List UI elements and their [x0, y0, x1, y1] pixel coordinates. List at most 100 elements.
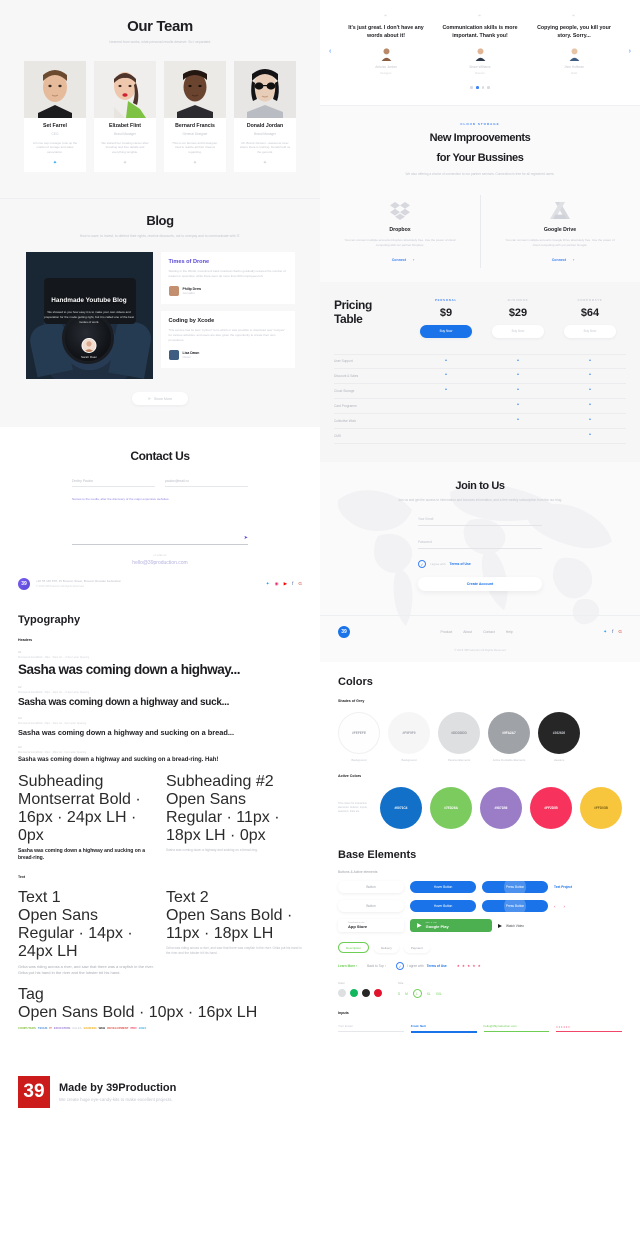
size-option-m[interactable]: M	[405, 992, 408, 996]
tag-chip[interactable]: IT	[49, 1026, 52, 1030]
footer-link-help[interactable]: Help	[506, 630, 513, 634]
join-password-field[interactable]: Password	[418, 540, 542, 550]
send-icon[interactable]: ➤	[244, 535, 248, 541]
blog-post[interactable]: Coding by Xcode This service has its bes…	[160, 311, 295, 368]
tag-chip[interactable]: SALES	[72, 1026, 81, 1030]
twitter-icon[interactable]: ✦	[603, 629, 607, 635]
size-option-l[interactable]: L	[412, 989, 422, 999]
tag-chip[interactable]: BANKING	[84, 1026, 97, 1030]
size-option-s[interactable]: S	[398, 992, 400, 996]
chevron-left-icon[interactable]: ‹	[554, 904, 556, 909]
color-option[interactable]	[374, 989, 382, 998]
size-option-xl[interactable]: XL	[427, 992, 431, 996]
create-account-button[interactable]: Create Account	[418, 577, 542, 592]
color-swatch[interactable]: #FF2D55	[530, 787, 572, 830]
color-swatch[interactable]: #9FA2A7 Active Dockable Elements	[488, 712, 530, 763]
check-circle-icon[interactable]: ✓	[418, 560, 426, 569]
tag-chip[interactable]: PRO	[131, 1026, 137, 1030]
tag-chip[interactable]: WEB	[99, 1026, 106, 1030]
show-more-button[interactable]: ⟳ Show More	[132, 392, 188, 406]
learn-more-link[interactable]: Learn More ›	[338, 964, 357, 968]
tab-delivery[interactable]: Delivery	[374, 942, 399, 954]
footer-link-contact[interactable]: Contact	[483, 630, 495, 634]
input-valid[interactable]: hello@39production.com	[483, 1024, 550, 1033]
terms-link[interactable]: Terms of Use	[450, 562, 471, 566]
size-option-xxl[interactable]: XXL	[436, 992, 442, 996]
youtube-icon[interactable]: ▶	[284, 581, 288, 587]
contact-email-link[interactable]: hello@39production.com	[0, 560, 320, 566]
carousel-dots[interactable]	[320, 86, 640, 89]
tag-chip[interactable]: TECHS	[38, 1026, 47, 1030]
color-swatch[interactable]: #FEFEFE Background	[338, 712, 380, 763]
press-button[interactable]: Press Button	[482, 881, 548, 894]
color-swatch[interactable]: #9871B6	[480, 787, 522, 830]
twitter-icon[interactable]: ✦	[164, 160, 226, 166]
carousel-dot[interactable]	[481, 86, 485, 89]
tag-chip[interactable]: JOBS	[139, 1026, 147, 1030]
input-error[interactable]: ••••••	[556, 1024, 622, 1033]
input-focused[interactable]: From: Neil	[410, 1024, 477, 1033]
star-icon[interactable]: ★	[467, 964, 470, 968]
twitter-icon[interactable]: ✦	[266, 581, 270, 587]
agree-row[interactable]: ✓ I agree with Terms of Use	[396, 962, 447, 971]
check-circle-icon[interactable]: ✓	[396, 962, 405, 971]
back-to-top-link[interactable]: Back to Top ↑	[367, 964, 386, 968]
connect-button[interactable]: Connect ›	[320, 258, 480, 262]
name-field[interactable]: Dmitry Paulov	[72, 479, 155, 488]
color-swatch[interactable]: #7ED26A	[430, 787, 472, 830]
team-member-card[interactable]: Set Farrel CEO A home cap manager took u…	[24, 60, 86, 173]
cloud-card-google-drive[interactable]: Google Drive You can connect multiple ac…	[480, 195, 640, 268]
tag-chip[interactable]: COMPUTERS	[18, 1026, 36, 1030]
blog-hero-card[interactable]: Handmade Youtube Blog We showed to you h…	[25, 252, 153, 380]
input-default[interactable]: Your Email	[338, 1024, 404, 1033]
terms-checkbox-row[interactable]: ✓ I agree with Terms of Use	[418, 560, 542, 569]
star-icon[interactable]: ★	[462, 964, 465, 968]
hover-button-rounded[interactable]: Hover Button	[410, 900, 476, 913]
tag-chip[interactable]: DEVELOPMENT	[107, 1026, 128, 1030]
color-swatch[interactable]: #F9F9F9 Background	[388, 712, 430, 763]
color-swatch[interactable]: #FFD03B	[580, 787, 622, 830]
chevron-left-icon[interactable]: ‹	[329, 48, 331, 55]
email-field[interactable]: paulov@mail.ru	[165, 479, 248, 488]
default-button[interactable]: Button	[338, 881, 404, 894]
rating-stars[interactable]: ★ ★ ★ ★ ★	[457, 964, 481, 968]
star-icon[interactable]: ★	[478, 964, 481, 968]
tab-description[interactable]: Description	[338, 942, 370, 954]
chevron-right-icon[interactable]: ›	[564, 904, 566, 909]
brand-logo[interactable]: 39	[338, 626, 350, 639]
instagram-icon[interactable]: ◉	[275, 581, 279, 587]
text-link-button[interactable]: Text Project	[554, 885, 572, 889]
buy-now-button[interactable]: Buy Now	[420, 324, 472, 338]
team-member-card[interactable]: Donald Jordan Brand Manager Mr. Brand Jo…	[234, 60, 296, 173]
google-plus-icon[interactable]: G	[618, 629, 622, 635]
terms-of-use-link[interactable]: Terms of Use	[427, 964, 447, 968]
color-option[interactable]	[362, 989, 370, 998]
footer-link-product[interactable]: Product	[441, 630, 453, 634]
buy-now-button[interactable]: Buy Now	[492, 324, 544, 338]
chevron-right-icon[interactable]: ›	[629, 48, 631, 55]
color-swatch[interactable]: #262626 Headers	[538, 712, 580, 763]
google-plus-icon[interactable]: G	[298, 581, 302, 587]
default-button-rounded[interactable]: Button	[338, 900, 404, 913]
press-button-rounded[interactable]: Press Button	[482, 900, 548, 913]
color-option[interactable]	[338, 989, 346, 998]
color-swatch[interactable]: #0071C4	[380, 787, 422, 830]
testimonial-card[interactable]: ❝ It's just great. I don't have any word…	[342, 14, 430, 75]
tab-payment[interactable]: Payment	[403, 942, 430, 954]
testimonial-card[interactable]: ❝ Copying people, you kill your story. S…	[530, 14, 618, 75]
tag-chip[interactable]: EDUCATION	[54, 1026, 70, 1030]
twitter-icon[interactable]: ✦	[94, 160, 156, 166]
testimonial-card[interactable]: ❝ Communication skills is more important…	[436, 14, 524, 75]
color-swatch[interactable]: #DDDDDD Passive Elements	[438, 712, 480, 763]
carousel-dot[interactable]	[487, 86, 490, 89]
twitter-icon[interactable]: ✦	[234, 160, 296, 166]
star-icon[interactable]: ★	[457, 964, 460, 968]
facebook-icon[interactable]: f	[612, 629, 613, 635]
buy-now-button[interactable]: Buy Now	[564, 324, 616, 338]
footer-link-about[interactable]: About	[463, 630, 472, 634]
carousel-dot-active[interactable]	[475, 86, 479, 89]
app-store-button[interactable]: Download on the App Store	[338, 919, 404, 933]
brand-logo[interactable]: 39	[18, 578, 30, 590]
connect-button[interactable]: Connect ›	[480, 258, 640, 262]
join-email-field[interactable]: Your Email	[418, 517, 542, 527]
